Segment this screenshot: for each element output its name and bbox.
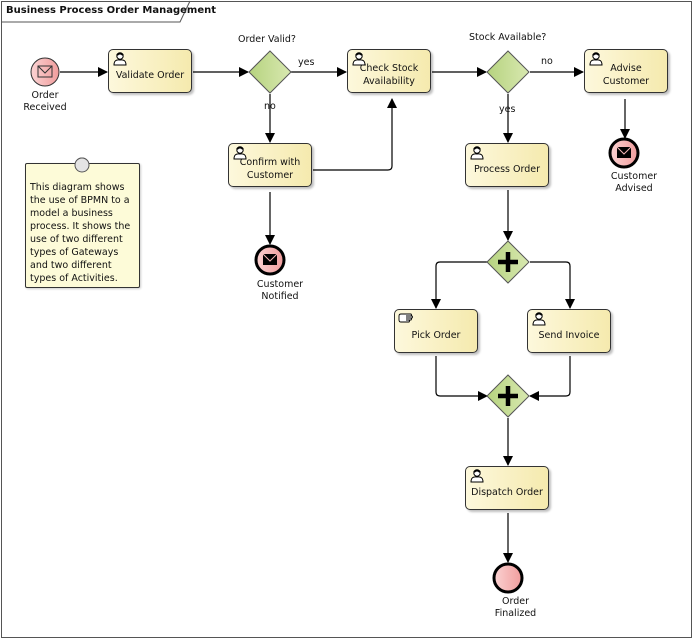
task-advise-customer[interactable]: Advise Customer <box>584 49 668 93</box>
task-pick-order[interactable]: Pick Order <box>394 309 478 353</box>
task-label: Validate Order <box>115 69 185 81</box>
task-confirm-customer[interactable]: Confirm with Customer <box>228 143 312 187</box>
task-label: Check Stock Availability <box>360 62 419 88</box>
task-dispatch-order[interactable]: Dispatch Order <box>465 466 549 510</box>
task-label-line2: Customer <box>602 76 650 87</box>
flow-label-valid-yes: yes <box>298 57 315 68</box>
label-line1: Order <box>502 596 529 607</box>
task-label: Send Invoice <box>538 329 600 341</box>
task-process-order[interactable]: Process Order <box>465 143 549 187</box>
gateway-label-order-valid: Order Valid? <box>238 34 296 45</box>
user-task-icon <box>352 52 366 66</box>
user-task-icon <box>233 146 247 160</box>
task-check-stock[interactable]: Check Stock Availability <box>347 49 431 93</box>
user-task-icon <box>589 52 603 66</box>
event-label-customer-advised: Customer Advised <box>604 171 664 195</box>
event-label-order-received: Order Received <box>20 90 70 114</box>
task-validate-order[interactable]: Validate Order <box>108 49 192 93</box>
task-label-line1: Advise <box>610 63 642 74</box>
label-line2: Advised <box>615 183 653 194</box>
event-label-order-finalized: Order Finalized <box>488 596 543 620</box>
user-task-icon <box>113 52 127 66</box>
user-task-icon <box>532 312 546 326</box>
user-task-icon <box>470 469 484 483</box>
manual-task-hand-icon <box>398 313 413 323</box>
task-label: Pick Order <box>411 329 461 341</box>
user-task-icon <box>470 146 484 160</box>
flow-label-stock-yes: yes <box>499 104 516 115</box>
task-label: Confirm with Customer <box>240 156 301 182</box>
task-label-line1: Check Stock <box>359 63 419 74</box>
label-line2: Notified <box>261 291 299 302</box>
label-line2: Received <box>23 102 67 113</box>
gateway-label-stock-available: Stock Available? <box>469 32 547 43</box>
flow-label-valid-no: no <box>264 101 276 112</box>
label-line1: Customer <box>610 171 658 182</box>
label-line1: Customer <box>256 279 304 290</box>
flow-label-stock-no: no <box>541 56 553 67</box>
task-send-invoice[interactable]: Send Invoice <box>527 309 611 353</box>
task-label-line2: Customer <box>246 170 294 181</box>
task-label: Advise Customer <box>603 62 649 88</box>
label-line2: Finalized <box>494 608 537 619</box>
event-label-customer-notified: Customer Notified <box>250 279 310 303</box>
task-label: Process Order <box>473 163 541 175</box>
label-line1: Order <box>31 90 59 101</box>
task-label-line2: Availability <box>363 76 415 87</box>
note-pin-icon <box>74 157 90 173</box>
task-label: Dispatch Order <box>471 486 543 498</box>
task-label-line1: Confirm with <box>239 157 301 168</box>
